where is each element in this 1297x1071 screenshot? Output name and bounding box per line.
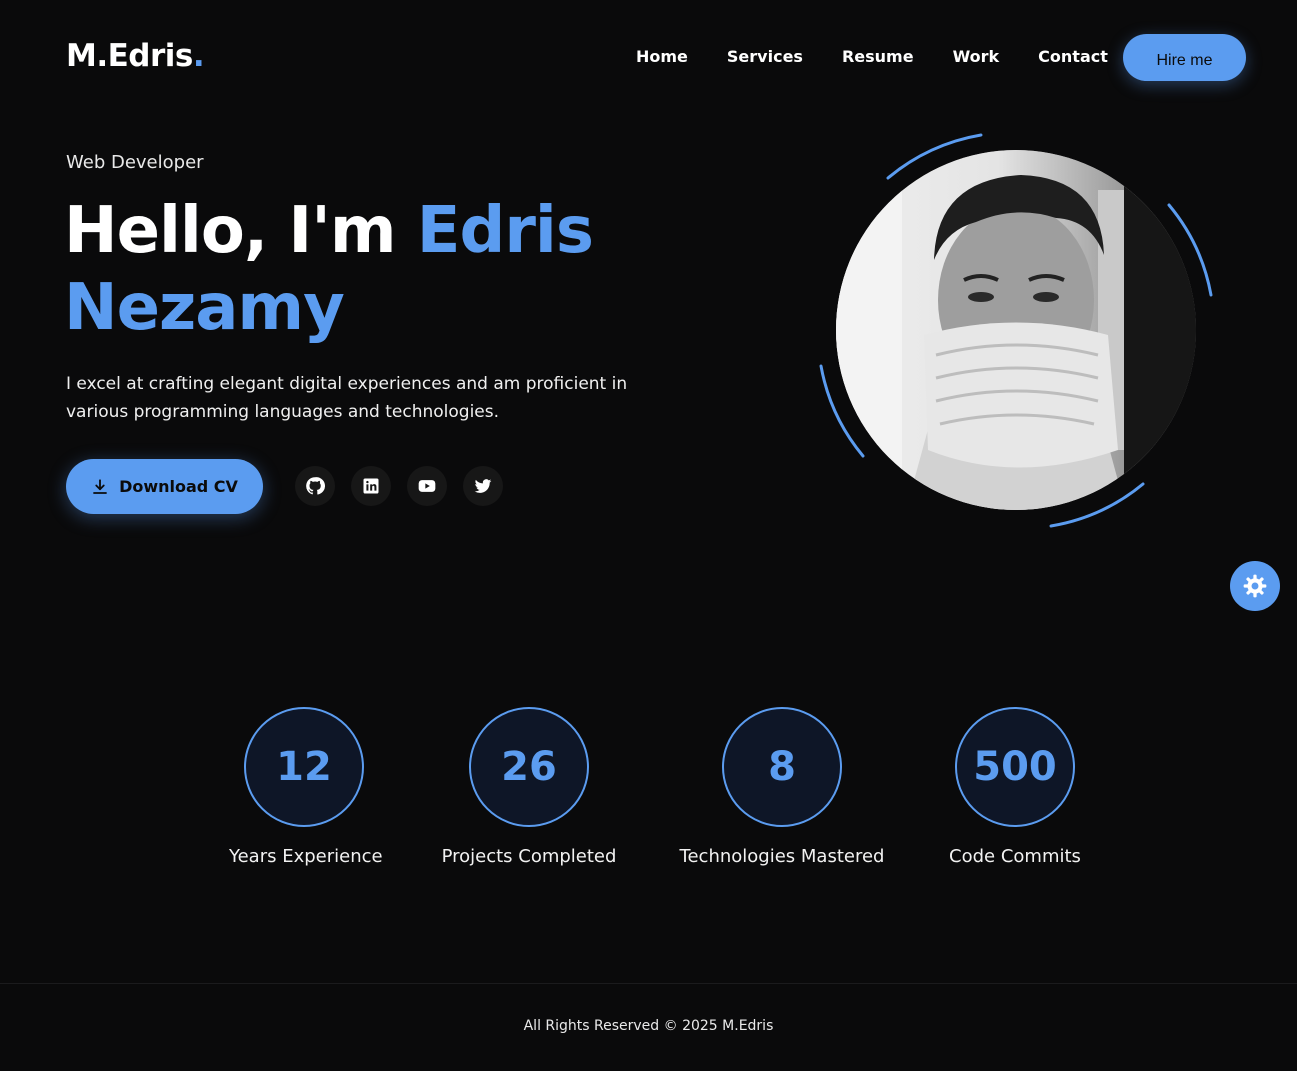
twitter-icon bbox=[474, 479, 492, 493]
main-nav: Home Services Resume Work Contact bbox=[636, 47, 1108, 66]
hero-first-name: Edris bbox=[416, 194, 594, 268]
logo-text: M.Edris bbox=[66, 38, 193, 74]
linkedin-icon bbox=[363, 478, 379, 494]
hero-subtitle: Web Developer bbox=[66, 152, 204, 173]
stat-label: Technologies Mastered bbox=[679, 846, 885, 867]
nav-work[interactable]: Work bbox=[953, 47, 1000, 66]
twitter-link[interactable] bbox=[463, 466, 503, 506]
hero-title: Hello, I'm Edris Nezamy bbox=[64, 193, 684, 347]
nav-contact[interactable]: Contact bbox=[1038, 47, 1108, 66]
hero-greeting: Hello, I'm bbox=[64, 194, 417, 268]
stat-value: 26 bbox=[469, 707, 589, 827]
portrait-decorative-rings bbox=[819, 133, 1213, 528]
stat-label: Years Experience bbox=[229, 846, 383, 867]
nav-services[interactable]: Services bbox=[727, 47, 803, 66]
stat-code-commits: 500 Code Commits bbox=[940, 707, 1090, 867]
stat-projects-completed: 26 Projects Completed bbox=[439, 707, 619, 867]
portrait bbox=[816, 130, 1216, 530]
hire-me-button[interactable]: Hire me bbox=[1123, 34, 1246, 81]
download-cv-button[interactable]: Download CV bbox=[66, 459, 263, 514]
nav-resume[interactable]: Resume bbox=[842, 47, 914, 66]
stat-years-experience: 12 Years Experience bbox=[229, 707, 383, 867]
youtube-icon bbox=[418, 480, 436, 492]
github-icon bbox=[306, 477, 325, 495]
page: M.Edris. Home Services Resume Work Conta… bbox=[0, 0, 1297, 1071]
download-cv-label: Download CV bbox=[119, 477, 238, 496]
stat-label: Code Commits bbox=[949, 846, 1081, 867]
gear-icon bbox=[1243, 574, 1267, 598]
settings-button[interactable] bbox=[1230, 561, 1280, 611]
stat-value: 8 bbox=[722, 707, 842, 827]
footer-copyright: All Rights Reserved © 2025 M.Edris bbox=[523, 1018, 774, 1034]
stat-label: Projects Completed bbox=[441, 846, 617, 867]
logo[interactable]: M.Edris. bbox=[66, 38, 205, 74]
download-icon bbox=[93, 478, 107, 494]
youtube-link[interactable] bbox=[407, 466, 447, 506]
github-link[interactable] bbox=[295, 466, 335, 506]
linkedin-link[interactable] bbox=[351, 466, 391, 506]
footer-divider bbox=[0, 983, 1297, 984]
nav-home[interactable]: Home bbox=[636, 47, 688, 66]
social-links bbox=[295, 466, 503, 506]
stat-value: 12 bbox=[244, 707, 364, 827]
stat-technologies-mastered: 8 Technologies Mastered bbox=[672, 707, 892, 867]
logo-dot: . bbox=[192, 38, 205, 74]
hero-description: I excel at crafting elegant digital expe… bbox=[66, 374, 628, 422]
stat-value: 500 bbox=[955, 707, 1075, 827]
hero-last-name: Nezamy bbox=[64, 271, 345, 345]
